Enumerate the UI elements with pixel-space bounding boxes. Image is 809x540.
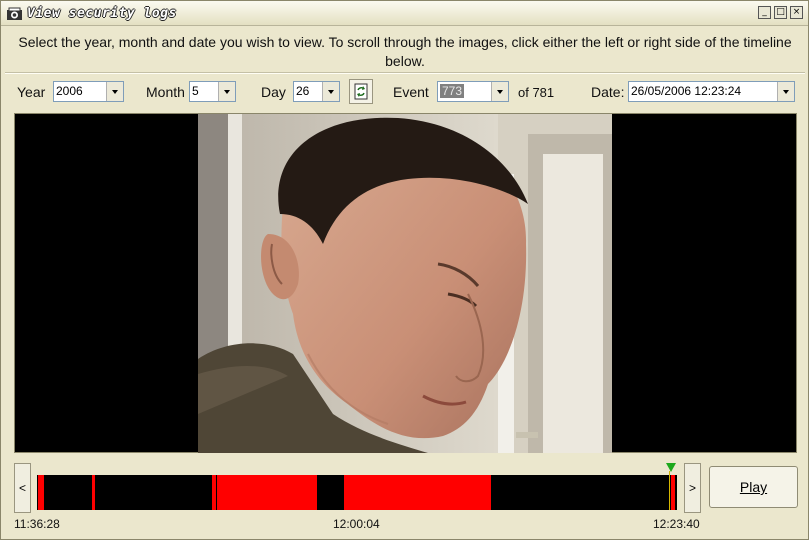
day-select[interactable]: 26 [293,81,340,102]
chevron-down-icon[interactable] [218,82,235,101]
close-button[interactable]: × [790,6,803,19]
camera-icon [7,7,22,20]
month-select[interactable]: 5 [189,81,236,102]
day-value: 26 [296,84,310,98]
year-value: 2006 [56,84,83,98]
timeline-cursor-marker-icon[interactable] [666,463,676,472]
date-label: Date: [591,84,625,100]
event-value[interactable]: 773 [440,84,465,98]
month-label: Month [146,84,185,100]
timeline-cursor[interactable] [669,471,670,510]
title-bar[interactable]: View security logs _ □ × [1,1,808,26]
event-total: of 781 [518,85,555,100]
date-select[interactable]: 26/05/2006 12:23:24 [628,81,795,102]
timeline-end-time: 12:23:40 [653,517,700,531]
security-camera-image [198,114,612,453]
maximize-button[interactable]: □ [774,6,787,19]
refresh-button[interactable] [349,79,373,104]
timeline-start-time: 11:36:28 [14,517,60,531]
separator [5,72,805,74]
timeline-event-segment [671,475,675,510]
instructions-text: Select the year, month and date you wish… [18,34,792,69]
timeline-bar[interactable] [37,475,677,510]
timeline-mid-time: 12:00:04 [333,517,380,531]
timeline-event-segment [344,475,491,510]
event-select[interactable]: 773 [437,81,509,102]
timeline-event-segment [212,475,216,510]
play-button[interactable]: Play [709,466,798,508]
month-value: 5 [192,84,199,98]
event-label: Event [393,84,429,100]
app-window: View security logs _ □ × Select the year… [0,0,809,540]
timeline-event-segment [217,475,317,510]
window-title: View security logs [27,6,177,21]
timeline-event-segment [92,475,95,510]
minimize-button[interactable]: _ [758,6,771,19]
chevron-down-icon[interactable] [491,82,508,101]
timeline-next-button[interactable]: > [684,463,701,513]
refresh-icon [354,83,368,100]
day-label: Day [261,84,286,100]
timeline-prev-button[interactable]: < [14,463,31,513]
timeline-event-segment [38,475,44,510]
date-value: 26/05/2006 12:23:24 [631,84,742,98]
chevron-down-icon[interactable] [106,82,123,101]
chevron-down-icon[interactable] [322,82,339,101]
image-viewer [14,113,797,453]
year-select[interactable]: 2006 [53,81,124,102]
year-label: Year [17,84,46,100]
chevron-down-icon[interactable] [777,82,794,101]
